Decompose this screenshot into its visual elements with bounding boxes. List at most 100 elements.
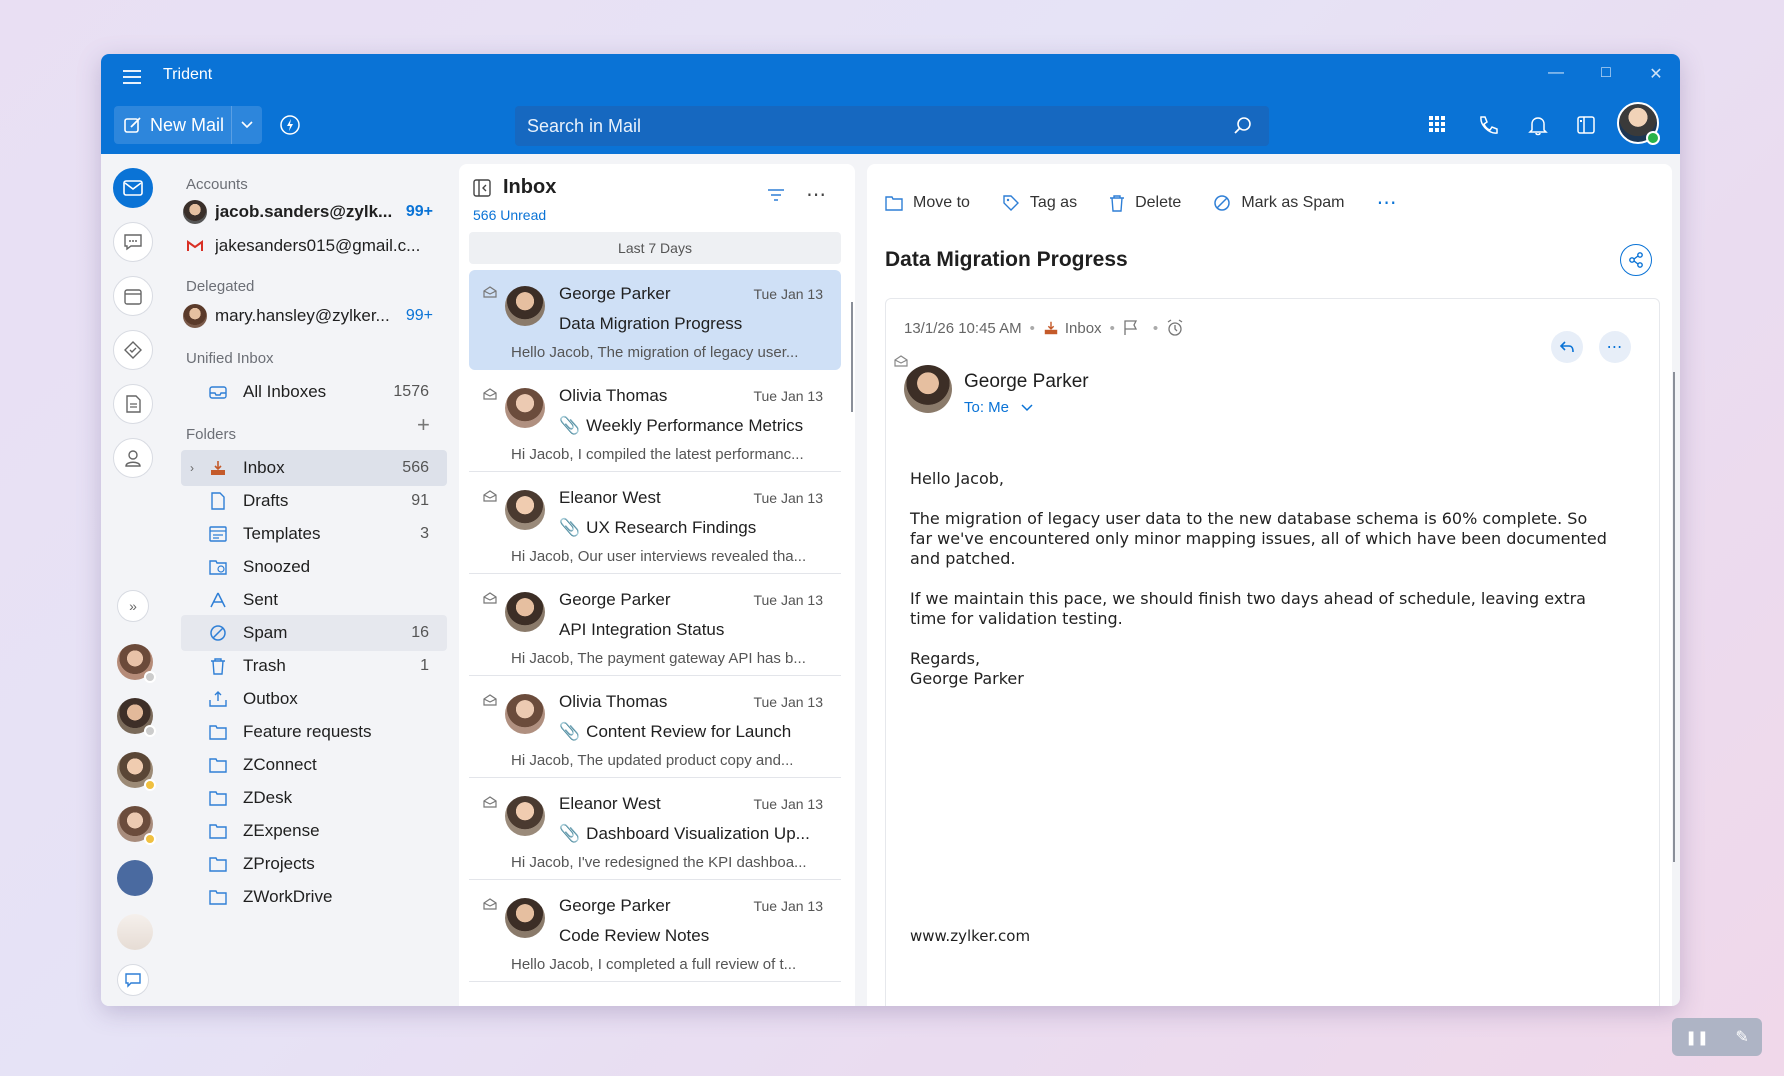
sender-name[interactable]: George Parker [964,371,1089,393]
message-preview: Hi Jacob, The payment gateway API has b.… [511,650,806,667]
share-icon[interactable] [1620,244,1652,276]
spam-icon [203,624,233,642]
phone-icon[interactable] [1477,114,1499,141]
add-folder-icon[interactable]: + [417,412,430,438]
new-mail-button[interactable]: New Mail [114,106,262,144]
folder-zexpense[interactable]: ZExpense [181,813,447,849]
alarm-clock-icon[interactable] [1166,319,1184,337]
user-avatar[interactable] [1617,102,1660,145]
message-preview: Hi Jacob, The updated product copy and..… [511,752,794,769]
filter-icon[interactable] [767,188,785,207]
expand-rail-icon[interactable]: » [117,590,149,622]
sender-avatar[interactable] [904,365,952,413]
folder-spam[interactable]: Spam 16 [181,615,447,651]
envelope-open-icon[interactable] [483,694,497,706]
signature-link[interactable]: www.zylker.com [910,927,1030,945]
pause-icon[interactable]: ❚❚ [1685,1029,1708,1046]
reply-button[interactable] [1551,331,1583,363]
contact-avatar[interactable] [117,752,156,791]
quick-actions-icon[interactable] [279,114,301,141]
contact-avatar[interactable] [117,806,156,845]
minimize-icon[interactable]: — [1544,64,1568,82]
search-input[interactable]: Search in Mail [515,106,1269,146]
contact-avatar[interactable] [117,698,156,737]
menu-icon[interactable] [123,70,141,84]
message-list: Inbox 566 Unread ⋯ Last 7 Days George Pa… [459,164,855,1006]
folder-drafts[interactable]: Drafts 91 [181,483,447,519]
notes-icon[interactable] [113,384,153,424]
mail-icon[interactable] [113,168,153,208]
chat-icon[interactable] [113,222,153,262]
envelope-open-icon[interactable] [483,286,497,298]
envelope-open-icon[interactable] [483,796,497,808]
unread-count[interactable]: 566 Unread [473,207,556,223]
folder-pane: Accounts jacob.sanders@zylk... 99+ jakes… [161,154,515,1006]
account-item[interactable]: jacob.sanders@zylk... 99+ [183,196,433,228]
sender-avatar [505,286,545,326]
folder-sent[interactable]: Sent [181,582,447,618]
collapse-pane-icon[interactable] [473,178,491,197]
message-item[interactable]: George Parker Tue Jan 13 Code Review Not… [469,882,841,982]
contact-avatar[interactable] [117,914,153,950]
envelope-open-icon[interactable] [483,490,497,502]
folder-trash[interactable]: Trash 1 [181,648,447,684]
email-paragraph: If we maintain this pace, we should fini… [910,589,1586,628]
folder-inbox[interactable]: › Inbox 566 [181,450,447,486]
flag-icon[interactable] [1123,320,1139,336]
move-to-button[interactable]: Move to [885,194,970,212]
message-item[interactable]: Olivia Thomas Tue Jan 13 📎 Weekly Perform… [469,372,841,472]
new-mail-main[interactable]: New Mail [114,106,232,144]
tasks-icon[interactable] [113,330,153,370]
message-subject: Data Migration Progress [559,314,743,333]
folder-label: ZConnect [243,755,317,774]
message-item[interactable]: George Parker Tue Jan 13 Data Migration … [469,270,841,370]
folder-snoozed[interactable]: Snoozed [181,549,447,585]
folder-feature-requests[interactable]: Feature requests [181,714,447,750]
folder-templates[interactable]: Templates 3 [181,516,447,552]
envelope-open-icon[interactable] [483,898,497,910]
envelope-open-icon[interactable] [483,592,497,604]
message-item[interactable]: Olivia Thomas Tue Jan 13 📎 Content Review… [469,678,841,778]
message-item[interactable]: Eleanor West Tue Jan 13 📎 UX Research Fin… [469,474,841,574]
tag-as-button[interactable]: Tag as [1002,194,1077,212]
folder-outbox[interactable]: Outbox [181,681,447,717]
reader-scrollbar[interactable] [1673,372,1675,862]
contact-avatar[interactable] [117,644,156,683]
email-folder[interactable]: Inbox [1065,320,1102,337]
maximize-icon[interactable]: □ [1594,64,1618,82]
account-item[interactable]: jakesanders015@gmail.c... [183,230,433,262]
delete-button[interactable]: Delete [1109,194,1181,212]
close-icon[interactable]: ✕ [1644,64,1668,84]
envelope-open-icon[interactable] [483,388,497,400]
all-inboxes-item[interactable]: All Inboxes 1576 [181,374,447,410]
recipients-toggle[interactable]: To: Me [964,399,1033,416]
chevron-right-icon[interactable]: › [181,461,203,475]
folder-zprojects[interactable]: ZProjects [181,846,447,882]
message-item[interactable]: Eleanor West Tue Jan 13 📎 Dashboard Visua… [469,780,841,880]
annotate-icon[interactable]: ✎ [1735,1027,1748,1047]
folder-zconnect[interactable]: ZConnect [181,747,447,783]
search-icon[interactable] [1233,116,1253,136]
envelope-open-icon[interactable] [894,355,908,367]
bell-icon[interactable] [1527,114,1549,141]
folder-label: Trash [243,656,286,675]
folder-zdesk[interactable]: ZDesk [181,780,447,816]
mark-spam-button[interactable]: Mark as Spam [1213,194,1344,212]
feedback-icon[interactable] [117,964,149,996]
delegated-account[interactable]: mary.hansley@zylker... 99+ [183,300,433,332]
message-preview: Hi Jacob, I compiled the latest performa… [511,446,804,463]
folder-label: Inbox [243,458,285,477]
more-actions-icon[interactable]: ⋯ [1376,190,1397,215]
panel-toggle-icon[interactable] [1575,114,1597,141]
new-mail-dropdown[interactable] [232,121,262,129]
folder-label: Feature requests [243,722,372,741]
calendar-icon[interactable] [113,276,153,316]
message-item[interactable]: George Parker Tue Jan 13 API Integration… [469,576,841,676]
apps-grid-icon[interactable] [1427,114,1447,139]
list-scrollbar[interactable] [851,302,853,412]
email-more-icon[interactable]: ⋯ [1599,331,1631,363]
contact-avatar[interactable] [117,860,153,896]
more-options-icon[interactable]: ⋯ [806,182,827,207]
folder-zworkdrive[interactable]: ZWorkDrive [181,879,447,915]
contacts-icon[interactable] [113,438,153,478]
